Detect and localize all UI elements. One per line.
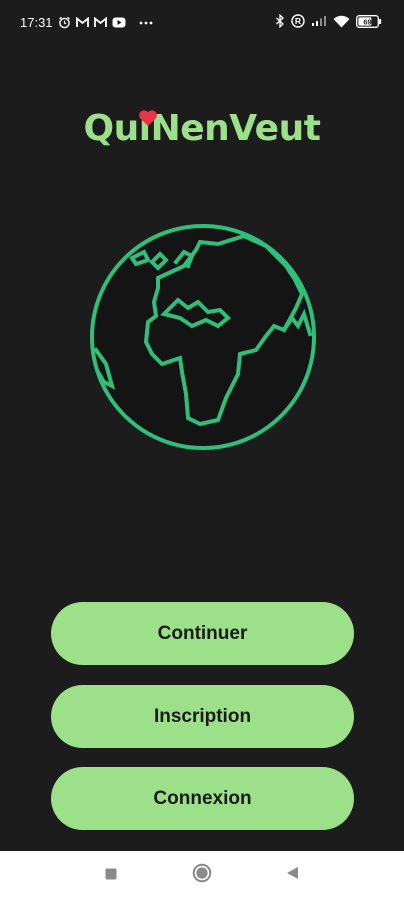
navigation-bar [0,851,404,900]
globe-icon [88,222,318,452]
status-bar: 17:31 R 69 [0,0,404,44]
alarm-icon [58,16,71,29]
battery-level: 69 [363,17,371,26]
heart-icon [138,109,158,132]
status-right: R 69 [275,14,382,28]
back-button[interactable] [262,851,322,900]
wifi-icon [333,15,350,28]
signup-button[interactable]: Inscription [51,685,354,748]
registered-icon: R [291,14,305,28]
login-button[interactable]: Connexion [51,767,354,830]
more-dots-icon [139,21,153,25]
home-circle-icon [192,863,212,888]
status-left: 17:31 [20,15,153,30]
youtube-icon [112,17,126,28]
status-time: 17:31 [20,15,53,30]
gmail-icon [93,17,107,28]
svg-text:R: R [295,16,301,26]
bluetooth-icon [275,14,285,28]
battery-icon: 69 [356,14,382,28]
recents-square-icon [105,867,117,885]
home-button[interactable] [172,851,232,900]
back-triangle-icon [286,866,299,885]
recents-button[interactable] [81,851,141,900]
continue-button[interactable]: Continuer [51,602,354,665]
signal-icon [311,15,327,27]
app-title: QuiNenVeut [83,108,321,149]
gmail-icon [75,17,89,28]
